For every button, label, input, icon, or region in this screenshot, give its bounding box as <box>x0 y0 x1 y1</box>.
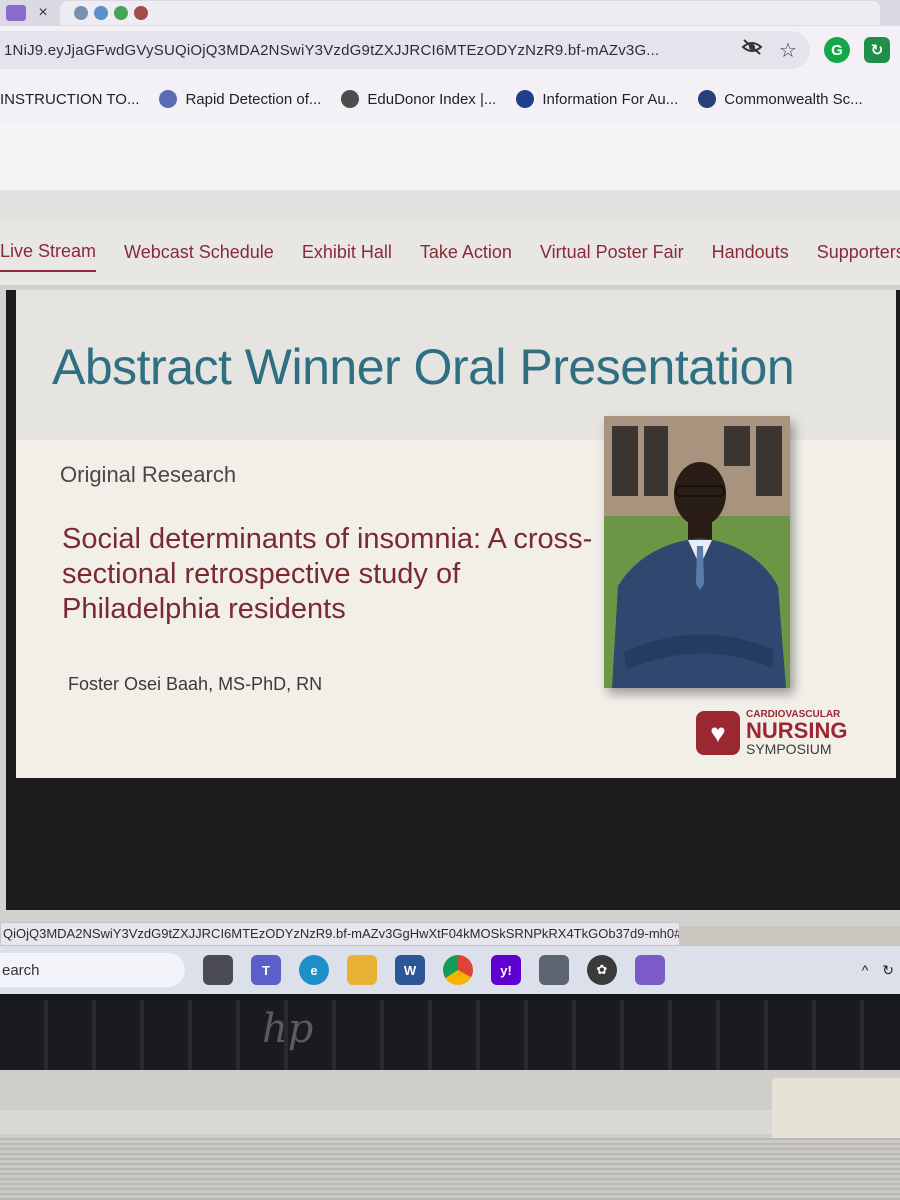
dna-icon <box>159 90 178 108</box>
eye-off-icon[interactable] <box>740 38 764 62</box>
study-title: Social determinants of insomnia: A cross… <box>62 523 593 625</box>
task-view-icon[interactable] <box>203 955 233 985</box>
bookmark-label: Commonwealth Sc... <box>724 90 863 108</box>
globe-icon <box>341 90 360 108</box>
presenter-photo <box>604 416 790 688</box>
bookmark-label: INSTRUCTION TO... <box>0 90 140 108</box>
page-header-band <box>0 190 900 220</box>
video-player[interactable]: Abstract Winner Oral Presentation Origin… <box>6 290 900 910</box>
system-tray: ^ ↻ <box>862 962 900 979</box>
bookmark-label: Information For Au... <box>542 90 679 108</box>
taskbar-search[interactable]: earch <box>0 953 185 987</box>
presenter-name: Foster Osei Baah, MS-PhD, RN <box>68 674 323 694</box>
browser-tab-strip: × <box>0 0 900 26</box>
search-label: earch <box>2 961 40 979</box>
laptop-deck-edge <box>0 1110 900 1134</box>
file-explorer-icon[interactable] <box>347 955 377 985</box>
site-favicon-icon <box>134 6 148 20</box>
tab-active[interactable] <box>60 1 880 25</box>
extension-icon[interactable]: ↻ <box>864 37 890 63</box>
tab-favicon-icon[interactable] <box>6 5 26 21</box>
nav-webcast-schedule[interactable]: Webcast Schedule <box>124 234 274 271</box>
logo-line-3: SYMPOSIUM <box>746 741 832 757</box>
bookmarks-bar: INSTRUCTION TO... Rapid Detection of... … <box>0 74 900 124</box>
nav-handouts[interactable]: Handouts <box>712 234 789 271</box>
star-bookmark-icon[interactable]: ☆ <box>776 38 800 63</box>
site-navigation: Live Stream Webcast Schedule Exhibit Hal… <box>0 220 900 286</box>
taskbar: earch T e W y! ✿ ^ ↻ <box>0 946 900 994</box>
site-favicon-icon <box>114 6 128 20</box>
nav-live-stream[interactable]: Live Stream <box>0 233 97 272</box>
grammarly-icon[interactable]: G <box>824 37 850 63</box>
slide-title: Abstract Winner Oral Presentation <box>52 339 795 395</box>
nav-supporters[interactable]: Supporters <box>817 234 900 271</box>
link-status-url: QiOjQ3MDA2NSwiY3VzdG9tZXJJRCI6MTEzODYzNz… <box>0 922 680 946</box>
symposium-logo: ♥ CARDIOVASCULAR NURSING SYMPOSIUM <box>696 710 847 756</box>
app-icon[interactable] <box>539 955 569 985</box>
speaker-grille <box>0 1138 900 1200</box>
chatgpt-icon[interactable]: ✿ <box>587 955 617 985</box>
hp-logo: hp <box>262 1006 314 1052</box>
app-icon[interactable] <box>635 955 665 985</box>
journal-icon <box>516 90 535 108</box>
chrome-icon[interactable] <box>443 955 473 985</box>
logo-line-2: NURSING <box>746 718 848 743</box>
journal-icon <box>698 90 717 108</box>
site-favicon-icon <box>74 6 88 20</box>
url-text[interactable]: 1NiJ9.eyJjaGFwdGVySUQiOjQ3MDA2NSwiY3VzdG… <box>4 42 728 59</box>
teams-icon[interactable]: T <box>251 955 281 985</box>
heart-icon: ♥ <box>696 711 740 755</box>
sync-icon[interactable]: ↻ <box>882 962 894 979</box>
slide-category-label: Original Research <box>60 462 237 487</box>
bookmark-label: EduDonor Index |... <box>367 90 497 108</box>
bookmark-item[interactable]: Information For Au... <box>516 90 678 108</box>
bookmark-item[interactable]: Commonwealth Sc... <box>698 90 863 108</box>
site-favicon-icon <box>94 6 108 20</box>
omnibox[interactable]: 1NiJ9.eyJjaGFwdGVySUQiOjQ3MDA2NSwiY3VzdG… <box>0 31 810 69</box>
yahoo-icon[interactable]: y! <box>491 955 521 985</box>
bookmark-item[interactable]: EduDonor Index |... <box>341 90 496 108</box>
bookmark-item[interactable]: INSTRUCTION TO... <box>0 91 139 108</box>
keyboard <box>0 1000 900 1070</box>
chevron-up-icon[interactable]: ^ <box>862 962 869 978</box>
bookmark-label: Rapid Detection of... <box>185 90 322 108</box>
presentation-slide: Abstract Winner Oral Presentation Origin… <box>16 290 896 778</box>
bookmark-item[interactable]: Rapid Detection of... <box>159 90 321 108</box>
nav-exhibit-hall[interactable]: Exhibit Hall <box>302 234 392 271</box>
edge-icon[interactable]: e <box>299 955 329 985</box>
word-icon[interactable]: W <box>395 955 425 985</box>
address-bar: 1NiJ9.eyJjaGFwdGVySUQiOjQ3MDA2NSwiY3VzdG… <box>0 26 900 74</box>
close-icon[interactable]: × <box>34 4 52 22</box>
nav-take-action[interactable]: Take Action <box>420 234 512 271</box>
nav-virtual-poster-fair[interactable]: Virtual Poster Fair <box>540 234 684 271</box>
